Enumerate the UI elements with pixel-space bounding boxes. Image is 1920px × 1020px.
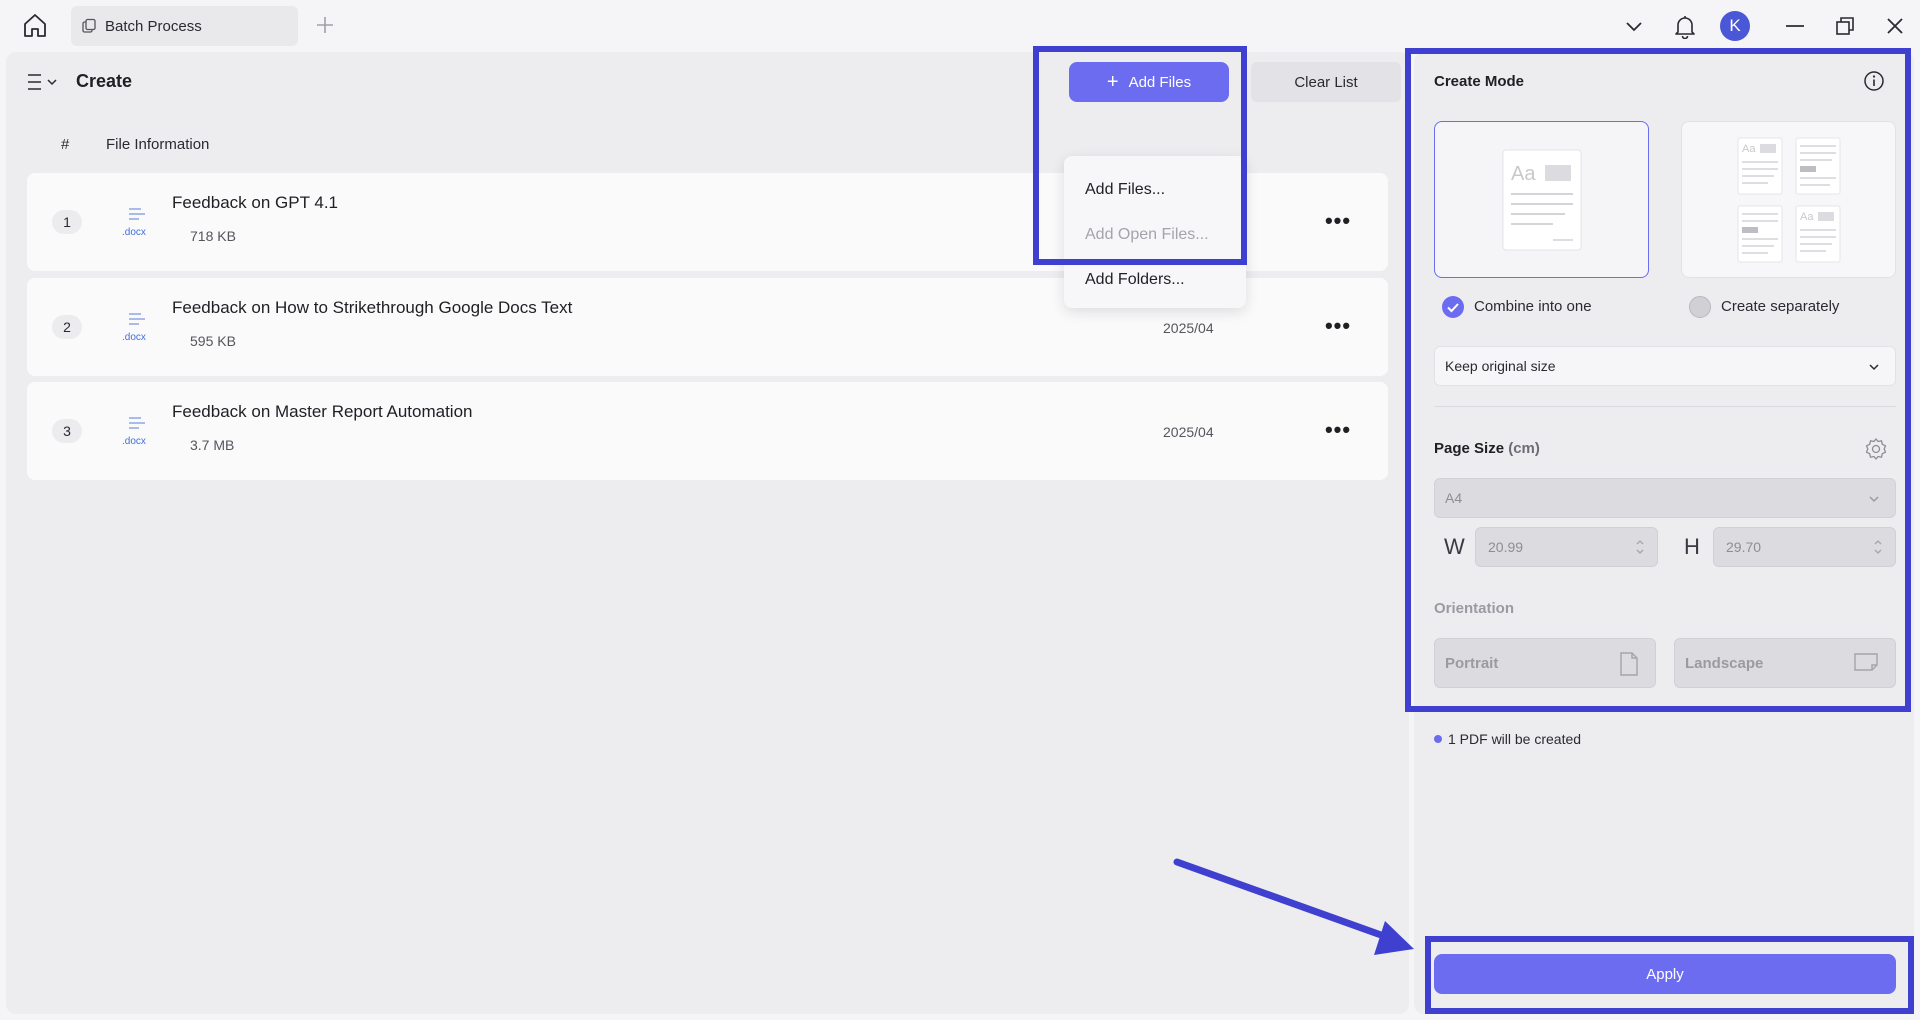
chevron-down-icon: [1869, 496, 1879, 503]
create-mode-title: Create Mode: [1434, 73, 1525, 90]
row-number: 2: [52, 315, 82, 339]
width-label: W: [1444, 534, 1465, 559]
combine-mode-card[interactable]: Aa: [1434, 121, 1649, 278]
title-bar: Batch Process K: [0, 0, 1920, 50]
gear-icon[interactable]: [1863, 436, 1889, 462]
panel-header: Create + Add Files Clear List: [6, 52, 1409, 112]
file-ext: .docx: [122, 332, 146, 343]
add-files-dropdown-menu: Add Files... Add Open Files... Add Folde…: [1064, 156, 1246, 308]
docx-file-icon: .docx: [119, 201, 155, 245]
file-date: 2025/04: [1163, 320, 1214, 336]
chevron-down-icon[interactable]: [1620, 12, 1648, 40]
checkmark-icon: [1447, 303, 1459, 313]
column-header-file-info: File Information: [106, 136, 210, 153]
restore-icon[interactable]: [1830, 12, 1860, 40]
spinner-icon: [1636, 540, 1644, 554]
menu-item-add-files[interactable]: Add Files...: [1085, 181, 1165, 199]
chevron-down-icon: [1869, 364, 1879, 371]
more-options-icon[interactable]: •••: [1323, 313, 1353, 338]
page-size-title: Page Size (cm): [1434, 440, 1540, 457]
tab-batch-process[interactable]: Batch Process: [71, 6, 298, 46]
portrait-button: Portrait: [1434, 638, 1656, 688]
height-label: H: [1684, 534, 1700, 559]
home-icon[interactable]: [20, 11, 50, 41]
file-list-panel: Create + Add Files Clear List # File Inf…: [6, 52, 1409, 1014]
size-option-value: Keep original size: [1445, 358, 1556, 374]
add-files-label: Add Files: [1128, 73, 1192, 91]
status-dot: [1434, 735, 1442, 743]
add-files-button[interactable]: + Add Files: [1069, 62, 1229, 102]
size-option-select[interactable]: Keep original size: [1434, 346, 1896, 386]
page-size-label: Page Size: [1434, 440, 1505, 457]
orientation-title: Orientation: [1434, 600, 1515, 617]
page-format-value: A4: [1445, 490, 1463, 506]
row-number: 3: [52, 419, 82, 443]
file-date: 2025/04: [1163, 424, 1214, 440]
pdf-count-note: 1 PDF will be created: [1434, 731, 1581, 747]
docx-file-icon: .docx: [119, 410, 155, 454]
row-number: 1: [52, 210, 82, 234]
page-format-select: A4: [1434, 478, 1896, 518]
landscape-label: Landscape: [1685, 654, 1764, 672]
hamburger-icon: [28, 74, 57, 90]
file-size: 718 KB: [190, 228, 236, 244]
svg-text:Aa: Aa: [1511, 163, 1536, 185]
bell-icon[interactable]: [1670, 12, 1700, 40]
apply-button[interactable]: Apply: [1434, 954, 1896, 994]
minimize-icon[interactable]: [1780, 12, 1810, 40]
svg-text:Aa: Aa: [1800, 211, 1814, 223]
portrait-page-icon: [1620, 652, 1638, 676]
combine-radio[interactable]: [1442, 296, 1464, 318]
landscape-button: Landscape: [1674, 638, 1896, 688]
width-input: 20.99: [1475, 527, 1658, 567]
divider: [1434, 406, 1896, 407]
menu-item-add-open-files: Add Open Files...: [1085, 226, 1209, 243]
page-size-unit: (cm): [1508, 440, 1540, 457]
pdf-count-text: 1 PDF will be created: [1448, 731, 1582, 747]
batch-icon: [82, 18, 96, 33]
multiple-documents-icon: Aa Aa: [1737, 137, 1841, 263]
new-tab-plus-icon[interactable]: [313, 13, 337, 37]
page-title: Create: [76, 71, 133, 91]
height-value: 29.70: [1726, 539, 1762, 555]
file-ext: .docx: [122, 436, 146, 447]
menu-item-add-folders[interactable]: Add Folders...: [1085, 271, 1185, 289]
user-avatar[interactable]: K: [1720, 11, 1750, 41]
single-document-icon: Aa: [1502, 149, 1582, 251]
portrait-label: Portrait: [1445, 654, 1499, 672]
table-row[interactable]: 3 .docx Feedback on Master Report Automa…: [27, 382, 1388, 480]
separate-mode-card[interactable]: Aa Aa: [1681, 121, 1896, 278]
file-size: 3.7 MB: [190, 437, 235, 453]
close-icon[interactable]: [1880, 12, 1910, 40]
separate-radio[interactable]: [1689, 296, 1711, 318]
combine-label: Combine into one: [1474, 298, 1592, 315]
file-name: Feedback on Master Report Automation: [172, 402, 473, 421]
svg-text:Aa: Aa: [1742, 143, 1756, 155]
info-icon[interactable]: [1862, 69, 1886, 93]
width-value: 20.99: [1488, 539, 1524, 555]
file-name: Feedback on How to Strikethrough Google …: [172, 298, 573, 317]
column-header-number: #: [61, 136, 70, 153]
more-options-icon[interactable]: •••: [1323, 417, 1353, 442]
file-ext: .docx: [122, 227, 146, 238]
file-size: 595 KB: [190, 333, 236, 349]
menu-toggle-button[interactable]: [26, 69, 62, 95]
separate-label: Create separately: [1721, 298, 1840, 315]
file-name: Feedback on GPT 4.1: [172, 193, 339, 212]
spinner-icon: [1874, 540, 1882, 554]
clear-list-button[interactable]: Clear List: [1251, 62, 1401, 102]
more-options-icon[interactable]: •••: [1323, 208, 1353, 233]
height-input: 29.70: [1713, 527, 1896, 567]
docx-file-icon: .docx: [119, 306, 155, 350]
landscape-page-icon: [1854, 653, 1878, 671]
settings-panel: Create Mode Aa Aa Aa Combine into one Cr…: [1414, 52, 1914, 1014]
plus-icon: +: [1106, 71, 1119, 93]
tab-label: Batch Process: [105, 17, 202, 35]
